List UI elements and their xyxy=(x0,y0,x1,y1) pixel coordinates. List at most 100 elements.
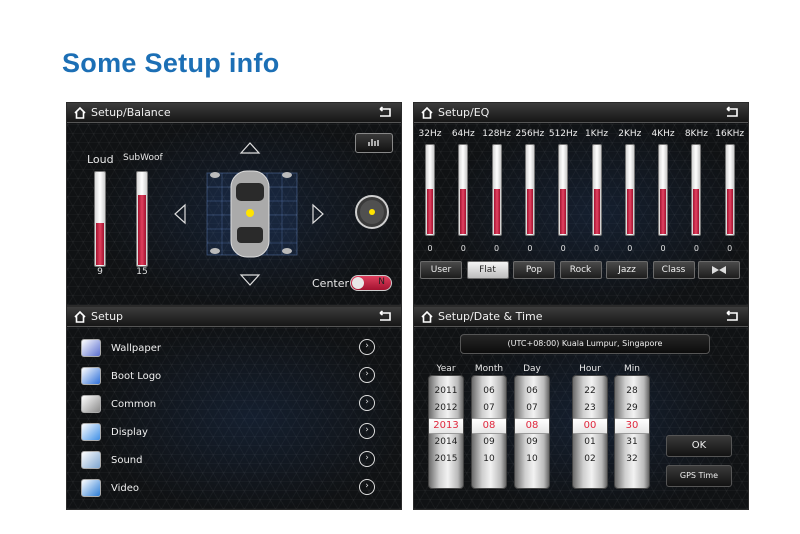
eq-band-frequency: 4KHz xyxy=(651,129,675,139)
picker-value[interactable]: 02 xyxy=(573,454,607,464)
datetime-min-picker[interactable]: 28 29 30 31 32 xyxy=(614,375,650,489)
back-icon[interactable] xyxy=(377,106,393,119)
datetime-day-picker[interactable]: 06 07 08 09 10 xyxy=(514,375,550,489)
eq-band-slider[interactable] xyxy=(591,144,602,236)
chevron-right-icon[interactable]: › xyxy=(359,423,375,439)
eq-preset-flat-button[interactable]: Flat xyxy=(466,261,509,279)
chevron-right-icon[interactable]: › xyxy=(359,339,375,355)
ok-button[interactable]: OK xyxy=(666,435,732,457)
picker-selected-value[interactable]: 30 xyxy=(615,420,649,431)
chevron-right-icon[interactable]: › xyxy=(359,479,375,495)
picker-selected-value[interactable]: 08 xyxy=(472,420,506,431)
datetime-year-picker[interactable]: 2011 2012 2013 2014 2015 xyxy=(428,375,464,489)
eq-band-fill xyxy=(427,189,433,234)
picker-selected-value[interactable]: 00 xyxy=(573,420,607,431)
picker-value[interactable]: 01 xyxy=(573,437,607,447)
gps-time-button[interactable]: GPS Time xyxy=(666,465,732,487)
back-icon[interactable] xyxy=(377,310,393,323)
picker-value[interactable]: 2012 xyxy=(429,403,463,413)
eq-band-fill xyxy=(726,189,733,234)
picker-value[interactable]: 09 xyxy=(472,437,506,447)
down-arrow-icon[interactable] xyxy=(239,274,261,286)
center-label: Center xyxy=(312,277,350,290)
setup-item-display[interactable]: Display › xyxy=(81,420,381,444)
loud-value: 9 xyxy=(97,267,103,277)
back-icon[interactable] xyxy=(724,310,740,323)
eq-band-value: 0 xyxy=(660,244,666,253)
chevron-right-icon[interactable]: › xyxy=(359,451,375,467)
picker-value[interactable]: 32 xyxy=(615,454,649,464)
picker-value[interactable]: 09 xyxy=(515,437,549,447)
balance-point[interactable] xyxy=(246,209,254,217)
subwoof-slider[interactable] xyxy=(136,171,148,267)
picker-value[interactable]: 29 xyxy=(615,403,649,413)
datetime-column-label: Year xyxy=(436,364,456,374)
home-icon[interactable] xyxy=(73,106,87,120)
fader-knob[interactable] xyxy=(354,194,390,230)
eq-band-slider[interactable] xyxy=(624,144,635,236)
picker-selected-value[interactable]: 2013 xyxy=(429,420,463,431)
picker-selected-value[interactable]: 08 xyxy=(515,420,549,431)
eq-band-slider[interactable] xyxy=(491,144,502,236)
eq-preset-jazz-button[interactable]: Jazz xyxy=(606,261,648,279)
setup-item-common[interactable]: Common › xyxy=(81,392,381,416)
eq-bars-button[interactable] xyxy=(355,133,393,153)
chevron-right-icon[interactable]: › xyxy=(359,395,375,411)
balance-stage xyxy=(174,142,324,286)
picker-value[interactable]: 22 xyxy=(573,386,607,396)
eq-band-slider[interactable] xyxy=(524,144,535,236)
center-toggle[interactable]: N xyxy=(350,275,392,291)
datetime-hour-picker[interactable]: 22 23 00 01 02 xyxy=(572,375,608,489)
loud-slider[interactable] xyxy=(94,171,106,267)
eq-preset-class-button[interactable]: Class xyxy=(652,261,695,279)
balance-titlebar: Setup/Balance xyxy=(67,103,401,123)
datetime-title: Setup/Date & Time xyxy=(438,310,543,323)
picker-value[interactable]: 2014 xyxy=(429,437,463,447)
eq-band-frequency: 1KHz xyxy=(584,129,609,139)
picker-value[interactable]: 2011 xyxy=(429,386,463,396)
setup-item-wallpaper[interactable]: Wallpaper › xyxy=(81,336,381,360)
home-icon[interactable] xyxy=(420,106,434,120)
picker-value[interactable]: 10 xyxy=(515,454,549,464)
back-icon[interactable] xyxy=(724,106,740,119)
eq-band-frequency: 256Hz xyxy=(515,129,545,139)
eq-band-slider[interactable] xyxy=(425,144,435,236)
picker-value[interactable]: 07 xyxy=(515,403,549,413)
datetime-month-picker[interactable]: 06 07 08 09 10 xyxy=(471,375,507,489)
wallpaper-icon xyxy=(81,339,101,357)
home-icon[interactable] xyxy=(420,310,434,324)
picker-value[interactable]: 2015 xyxy=(429,454,463,464)
picker-value[interactable]: 07 xyxy=(472,403,506,413)
setup-item-label: Common xyxy=(111,398,157,410)
timezone-selector[interactable]: (UTC+08:00) Kuala Lumpur, Singapore xyxy=(460,334,710,354)
eq-band-frequency: 8KHz xyxy=(684,129,708,139)
picker-value[interactable]: 10 xyxy=(472,454,506,464)
right-arrow-icon[interactable] xyxy=(312,203,324,225)
eq-band-slider[interactable] xyxy=(458,144,469,236)
setup-item-label: Boot Logo xyxy=(111,370,162,382)
eq-preset-user-button[interactable]: User xyxy=(420,261,462,279)
picker-value[interactable]: 28 xyxy=(615,386,649,396)
chevron-right-icon[interactable]: › xyxy=(359,367,375,383)
eq-band-value: 0 xyxy=(494,244,500,253)
eq-mute-button[interactable] xyxy=(698,261,740,279)
picker-value[interactable]: 23 xyxy=(573,403,607,413)
setup-item-boot-logo[interactable]: Boot Logo › xyxy=(81,364,381,388)
home-icon[interactable] xyxy=(73,310,87,324)
eq-band-slider[interactable] xyxy=(558,144,569,236)
setup-item-sound[interactable]: Sound › xyxy=(81,448,381,472)
eq-band-slider[interactable] xyxy=(691,144,702,236)
eq-preset-pop-button[interactable]: Pop xyxy=(513,261,555,279)
picker-value[interactable]: 06 xyxy=(515,386,549,396)
up-arrow-icon[interactable] xyxy=(239,142,261,154)
setup-item-label: Sound xyxy=(111,454,143,466)
picker-value[interactable]: 06 xyxy=(472,386,506,396)
setup-item-label: Video xyxy=(111,482,140,494)
eq-band-slider[interactable] xyxy=(658,144,669,236)
setup-item-video[interactable]: Video › xyxy=(81,476,381,500)
left-arrow-icon[interactable] xyxy=(174,203,186,225)
eq-band-value: 0 xyxy=(693,244,699,253)
eq-preset-rock-button[interactable]: Rock xyxy=(559,261,602,279)
eq-band-slider[interactable] xyxy=(724,144,735,236)
picker-value[interactable]: 31 xyxy=(615,437,649,447)
